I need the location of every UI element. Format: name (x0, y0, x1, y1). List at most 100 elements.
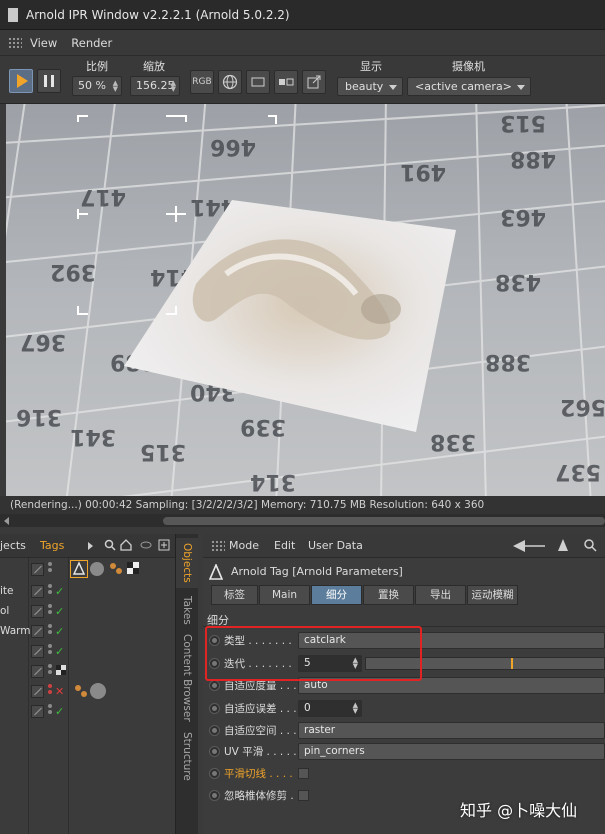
home-icon[interactable] (120, 539, 132, 551)
visibility-toggle[interactable] (31, 605, 44, 618)
tab-motion-blur[interactable]: 运动模糊 (467, 585, 518, 605)
menu-render[interactable]: Render (71, 36, 112, 50)
visibility-toggle[interactable] (31, 665, 44, 678)
search-icon[interactable] (583, 538, 597, 552)
tab-main[interactable]: Main (259, 585, 310, 605)
spinner-icon[interactable]: ▲ ▼ (113, 80, 118, 93)
export-button[interactable] (302, 70, 326, 94)
object-row[interactable] (0, 560, 176, 580)
visibility-toggle[interactable] (31, 625, 44, 638)
keyframe-radio-icon[interactable] (209, 768, 220, 779)
object-row[interactable]: ✓ (0, 642, 176, 662)
tab-export[interactable]: 导出 (415, 585, 466, 605)
grip-icon[interactable] (211, 540, 225, 552)
compare-button[interactable] (274, 70, 298, 94)
zoom-field[interactable]: 156.25 ▲ ▼ (130, 76, 180, 96)
render-dots-icon[interactable] (48, 704, 53, 716)
rgb-button[interactable]: RGB (190, 70, 214, 94)
search-icon[interactable] (104, 539, 116, 551)
ignore-frustum-checkbox[interactable] (298, 790, 309, 801)
title-bar: Arnold IPR Window v2.2.2.1 (Arnold 5.0.2… (0, 0, 605, 30)
render-dots-icon[interactable] (48, 562, 53, 574)
tab-structure[interactable]: Structure (176, 728, 198, 784)
disabled-x-icon[interactable]: ✕ (55, 685, 64, 698)
tab-content-browser[interactable]: Content Browser (176, 632, 198, 724)
enabled-check-icon[interactable]: ✓ (55, 605, 64, 618)
grid-number: 388 (485, 349, 531, 374)
visibility-toggle[interactable] (31, 563, 44, 576)
grid-number: 392 (50, 259, 96, 284)
expand-arrow-icon[interactable] (88, 542, 93, 550)
camera-dropdown[interactable]: <active camera> (407, 77, 531, 96)
back-arrow-icon[interactable] (511, 539, 547, 553)
keyframe-radio-icon[interactable] (209, 703, 220, 714)
scroll-left-icon[interactable] (4, 517, 9, 525)
object-name: Warm (0, 625, 31, 637)
ratio-field[interactable]: 50 % ▲ ▼ (72, 76, 122, 96)
attribute-manager: Mode Edit User Data Arnold Tag [Arnold P… (203, 534, 605, 834)
render-dots-icon[interactable] (48, 684, 53, 696)
slider-handle[interactable] (511, 658, 513, 669)
grip-icon[interactable] (8, 36, 22, 49)
tab-subdivision[interactable]: 细分 (311, 585, 362, 605)
keyframe-radio-icon[interactable] (209, 790, 220, 801)
smooth-tangents-checkbox[interactable] (298, 768, 309, 779)
horizontal-scrollbar[interactable] (0, 514, 605, 527)
play-button[interactable] (9, 69, 33, 93)
menu-view[interactable]: View (30, 36, 57, 50)
display-dropdown[interactable]: beauty (337, 77, 403, 96)
tag-title: Arnold Tag [Arnold Parameters] (231, 565, 403, 578)
tab-takes[interactable]: Takes (176, 592, 198, 628)
uv-smoothing-dropdown[interactable]: pin_corners (298, 743, 605, 760)
region-button[interactable] (246, 70, 270, 94)
render-dots-icon[interactable] (48, 624, 53, 636)
visibility-toggle[interactable] (31, 685, 44, 698)
attribute-menu-bar: Mode Edit User Data (203, 534, 605, 558)
keyframe-radio-icon[interactable] (209, 746, 220, 757)
keyframe-radio-icon[interactable] (209, 680, 220, 691)
render-dots-icon[interactable] (48, 644, 53, 656)
adaptive-error-input[interactable]: 0 ▲ ▼ (298, 700, 362, 717)
render-dots-icon[interactable] (48, 664, 53, 676)
spinner-icon[interactable]: ▲ ▼ (171, 80, 176, 93)
ratio-label: 比例 (86, 60, 108, 73)
chevron-down-icon (517, 85, 525, 90)
visibility-toggle[interactable] (31, 705, 44, 718)
menu-mode[interactable]: Mode (229, 539, 259, 552)
object-row[interactable]: ✓ (0, 702, 176, 722)
pause-button[interactable] (37, 69, 61, 93)
tab-tag[interactable]: 标签 (211, 585, 258, 605)
new-window-icon[interactable] (158, 539, 170, 551)
grid-number: 562 (560, 394, 605, 419)
link-icon[interactable] (140, 539, 152, 551)
enabled-check-icon[interactable]: ✓ (55, 625, 64, 638)
menu-user-data[interactable]: User Data (308, 539, 363, 552)
visibility-toggle[interactable] (31, 585, 44, 598)
up-arrow-icon[interactable] (557, 538, 569, 552)
object-row[interactable] (0, 662, 176, 682)
tab-objects[interactable]: Objects (176, 538, 198, 588)
adaptive-space-dropdown[interactable]: raster (298, 722, 605, 739)
keyframe-radio-icon[interactable] (209, 725, 220, 736)
render-viewport[interactable]: 513 488 463 438 388 491 466 441 417 392 … (6, 104, 605, 496)
spinner-icon[interactable]: ▲ ▼ (353, 702, 358, 715)
object-row[interactable]: ite ✓ (0, 582, 176, 602)
enabled-check-icon[interactable]: ✓ (55, 645, 64, 658)
scroll-thumb[interactable] (163, 517, 605, 525)
tab-displacement[interactable]: 置换 (363, 585, 414, 605)
enabled-check-icon[interactable]: ✓ (55, 585, 64, 598)
grid-number: 513 (500, 110, 546, 135)
param-uv-smoothing: UV 平滑 . . . . . pin_corners (203, 742, 605, 762)
enabled-check-icon[interactable]: ✓ (55, 705, 64, 718)
objects-column-header[interactable]: jects (0, 539, 26, 552)
tags-column-header[interactable]: Tags (40, 539, 64, 552)
annotation-highlight-box (205, 626, 422, 681)
render-dots-icon[interactable] (48, 604, 53, 616)
render-dots-icon[interactable] (48, 584, 53, 596)
globe-button[interactable] (218, 70, 242, 94)
object-row[interactable]: ✕ (0, 682, 176, 702)
object-row[interactable]: ol ✓ (0, 602, 176, 622)
object-row[interactable]: Warm ✓ (0, 622, 176, 642)
menu-edit[interactable]: Edit (274, 539, 295, 552)
visibility-toggle[interactable] (31, 645, 44, 658)
